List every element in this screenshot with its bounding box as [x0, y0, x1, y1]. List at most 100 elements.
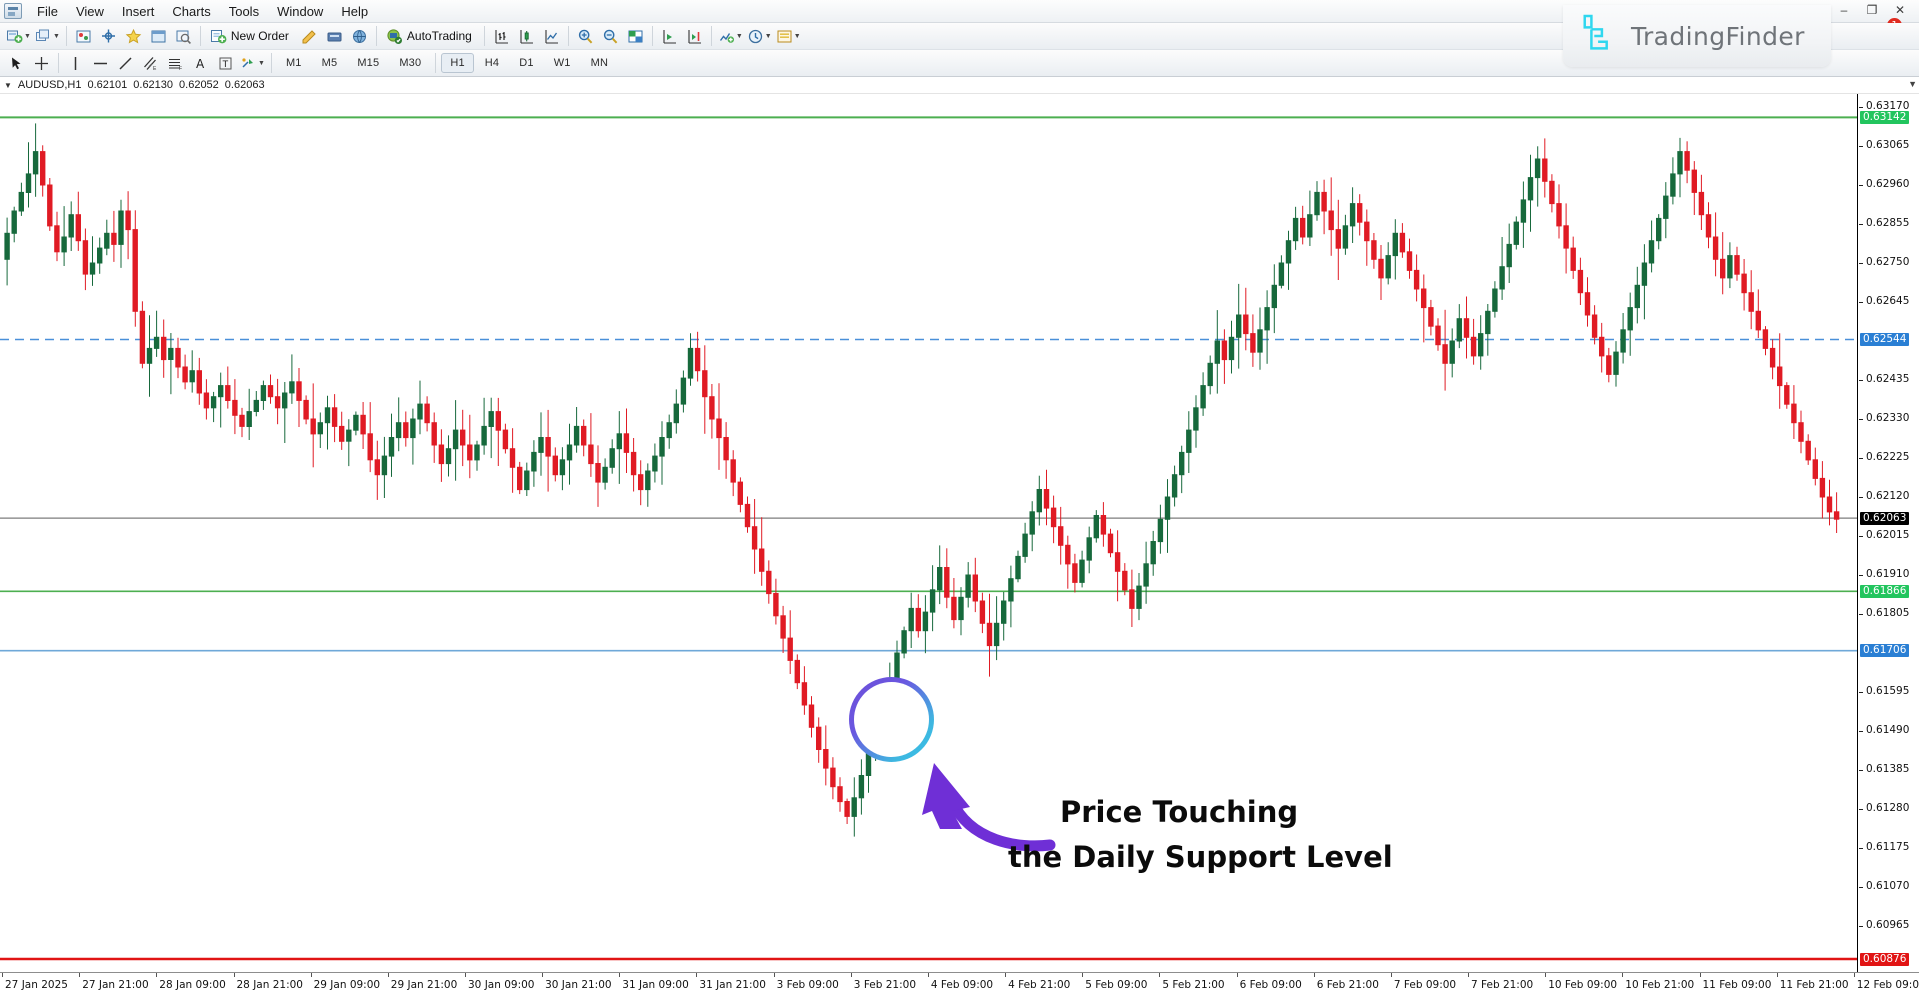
- equidistant-channel-icon[interactable]: E: [139, 52, 162, 75]
- chevron-down-icon[interactable]: ▼: [4, 81, 12, 90]
- time-tick-mark: [1545, 973, 1547, 977]
- time-tick-mark: [1622, 973, 1624, 977]
- strategy-tester-button[interactable]: [172, 25, 195, 48]
- crosshair-icon[interactable]: [30, 52, 53, 75]
- price-tick-mark: [1859, 107, 1863, 108]
- timeframe-m30[interactable]: M30: [390, 53, 430, 73]
- time-tick-label: 10 Feb 09:00: [1548, 979, 1618, 991]
- time-tick-label: 5 Feb 09:00: [1085, 979, 1148, 991]
- price-tick-label: 0.62855: [1866, 217, 1910, 229]
- price-axis[interactable]: 0.63170 0.63065 0.62960 0.62855 0.62750 0.626…: [1859, 94, 1919, 972]
- menu-item-file[interactable]: File: [28, 2, 67, 21]
- price-tick-label: 0.62645: [1866, 295, 1910, 307]
- trendline-icon[interactable]: [114, 52, 137, 75]
- auto-scroll-button[interactable]: [658, 25, 681, 48]
- timeframe-mn[interactable]: MN: [582, 53, 618, 73]
- timeframe-w1[interactable]: W1: [545, 53, 580, 73]
- time-tick-label: 6 Feb 09:00: [1239, 979, 1302, 991]
- data-window-button[interactable]: [97, 25, 120, 48]
- price-tick-mark: [1859, 380, 1863, 381]
- fibonacci-retracement-icon[interactable]: F: [164, 52, 187, 75]
- time-tick-mark: [927, 973, 929, 977]
- chart-open-price: 0.62101: [87, 79, 128, 91]
- new-order-button[interactable]: New Order: [206, 25, 296, 48]
- bar-chart-button[interactable]: [490, 25, 513, 48]
- time-tick-mark: [1005, 973, 1007, 977]
- menu-item-window[interactable]: Window: [268, 2, 332, 21]
- timeframe-m1[interactable]: M1: [277, 53, 311, 73]
- timeframe-d1[interactable]: D1: [510, 53, 542, 73]
- time-axis[interactable]: 27 Jan 2025 27 Jan 21:00 28 Jan 09:00 28 Ja…: [0, 972, 1919, 996]
- new-chart-button[interactable]: ▼: [5, 25, 32, 48]
- time-tick-mark: [310, 973, 312, 977]
- cursor-arrow-icon[interactable]: [5, 52, 28, 75]
- metaeditor-button[interactable]: [298, 25, 321, 48]
- tradingfinder-watermark: TradingFinder: [1563, 5, 1831, 67]
- toolbar-separator: [58, 53, 59, 73]
- zoom-out-button[interactable]: [599, 25, 622, 48]
- text-icon[interactable]: A: [189, 52, 212, 75]
- price-tick-mark: [1859, 770, 1863, 771]
- price-tick-label: 0.60965: [1866, 918, 1910, 931]
- zoom-in-button[interactable]: [574, 25, 597, 48]
- time-tick-label: 28 Jan 21:00: [236, 979, 303, 991]
- close-button[interactable]: ✕: [1887, 1, 1913, 18]
- timeframe-m15[interactable]: M15: [348, 53, 388, 73]
- time-tick-label: 30 Jan 21:00: [545, 979, 612, 991]
- menu-item-charts[interactable]: Charts: [163, 2, 219, 21]
- tile-windows-button[interactable]: [624, 25, 647, 48]
- price-tick-label: 0.62225: [1866, 451, 1910, 463]
- vertical-line-icon[interactable]: [64, 52, 87, 75]
- maximize-button[interactable]: ❐: [1859, 1, 1885, 18]
- market-watch-button[interactable]: [72, 25, 95, 48]
- price-tick-mark: [1859, 302, 1863, 303]
- shapes-arrows-icon[interactable]: ▼: [239, 52, 266, 75]
- timeframe-m5[interactable]: M5: [313, 53, 347, 73]
- expert-advisors-button[interactable]: [323, 25, 346, 48]
- text-label-icon[interactable]: T: [214, 52, 237, 75]
- timeframe-h4[interactable]: H4: [476, 53, 508, 73]
- price-marker-lower-level: 0.60876: [1860, 952, 1910, 966]
- timeframe-h1[interactable]: H1: [441, 53, 474, 73]
- window-controls: – ❐ ✕: [1831, 1, 1913, 18]
- svg-text:A: A: [196, 57, 205, 71]
- candlestick-chart-button[interactable]: [515, 25, 538, 48]
- price-tick-label: 0.61805: [1866, 607, 1910, 619]
- time-tick-label: 7 Feb 21:00: [1471, 979, 1534, 991]
- chart-shift-button[interactable]: [683, 25, 706, 48]
- price-tick-mark: [1859, 731, 1863, 732]
- price-tick-mark: [1859, 419, 1863, 420]
- periods-button[interactable]: ▼: [746, 25, 773, 48]
- time-tick-mark: [1853, 973, 1855, 977]
- globe-button[interactable]: [348, 25, 371, 48]
- price-chart-canvas[interactable]: Price Touching the Daily Support Level: [0, 94, 1858, 972]
- menu-item-view[interactable]: View: [67, 2, 113, 21]
- chevron-down-icon: ▼: [793, 32, 801, 40]
- menu-item-tools[interactable]: Tools: [220, 2, 268, 21]
- svg-text:E: E: [153, 66, 157, 72]
- price-tick-mark: [1859, 614, 1863, 615]
- indicators-button[interactable]: ▼: [717, 25, 744, 48]
- app-logo-icon: [4, 3, 22, 19]
- horizontal-line-icon[interactable]: [89, 52, 112, 75]
- time-tick-mark: [2, 973, 3, 977]
- line-chart-button[interactable]: [540, 25, 563, 48]
- profiles-button[interactable]: ▼: [34, 25, 61, 48]
- time-tick-label: 7 Feb 09:00: [1393, 979, 1457, 991]
- time-tick-label: 4 Feb 09:00: [930, 979, 994, 991]
- terminal-button[interactable]: [147, 25, 170, 48]
- price-tick-mark: [1859, 536, 1863, 537]
- metatrader-window: File View Insert Charts Tools Window Hel…: [0, 0, 1919, 996]
- chart-collapse-icon[interactable]: ▼: [1908, 79, 1917, 89]
- price-tick-label: 0.62960: [1866, 178, 1910, 190]
- navigator-button[interactable]: [122, 25, 145, 48]
- menu-item-insert[interactable]: Insert: [113, 2, 164, 21]
- menu-item-help[interactable]: Help: [332, 2, 377, 21]
- time-tick-label: 27 Jan 2025: [5, 979, 68, 991]
- autotrading-label: AutoTrading: [406, 29, 472, 43]
- chevron-down-icon: ▼: [735, 32, 743, 40]
- time-tick-mark: [696, 973, 698, 977]
- autotrading-button[interactable]: AutoTrading: [382, 25, 479, 48]
- templates-button[interactable]: ▼: [775, 25, 802, 48]
- minimize-button[interactable]: –: [1831, 1, 1857, 18]
